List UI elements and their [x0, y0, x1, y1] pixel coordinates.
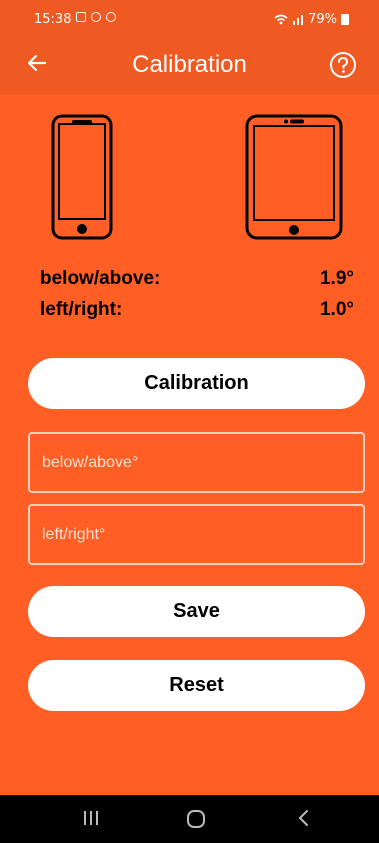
reset-button[interactable]: Reset: [28, 660, 365, 711]
recent-apps-icon[interactable]: [82, 809, 100, 827]
tablet-icon: [245, 114, 343, 240]
horizontal-label: left/right:: [40, 299, 123, 320]
save-button[interactable]: Save: [28, 586, 365, 637]
vertical-offset-input[interactable]: [28, 432, 365, 493]
vertical-label: below/above:: [40, 268, 161, 289]
device-illustrations: [0, 113, 379, 243]
help-icon[interactable]: [329, 51, 357, 79]
battery-percent: 79%: [308, 12, 337, 27]
notification-icon: [106, 12, 116, 22]
phone-icon: [51, 114, 113, 240]
page-title: Calibration: [132, 51, 247, 78]
calibration-button[interactable]: Calibration: [28, 358, 365, 409]
nav-back-icon[interactable]: [296, 809, 312, 827]
horizontal-offset-input[interactable]: [28, 504, 365, 565]
system-nav-bar: [0, 795, 379, 843]
vertical-value: 1.9°: [319, 268, 354, 289]
notification-icons: [76, 12, 116, 22]
gallery-icon: [76, 12, 86, 22]
signal-icon: [293, 15, 304, 25]
horizontal-value: 1.0°: [319, 299, 354, 320]
status-time: 15:38: [34, 12, 72, 27]
horizontal-reading: left/right: 1.0°: [40, 299, 354, 321]
app-bar: Calibration: [0, 38, 379, 95]
settings-icon: [91, 12, 101, 22]
wifi-icon: [274, 14, 288, 25]
home-icon[interactable]: [186, 809, 206, 829]
system-icons: 79%: [274, 12, 349, 27]
vertical-reading: below/above: 1.9°: [40, 268, 354, 290]
battery-icon: [341, 14, 349, 25]
status-bar: 15:38 79%: [0, 0, 379, 38]
